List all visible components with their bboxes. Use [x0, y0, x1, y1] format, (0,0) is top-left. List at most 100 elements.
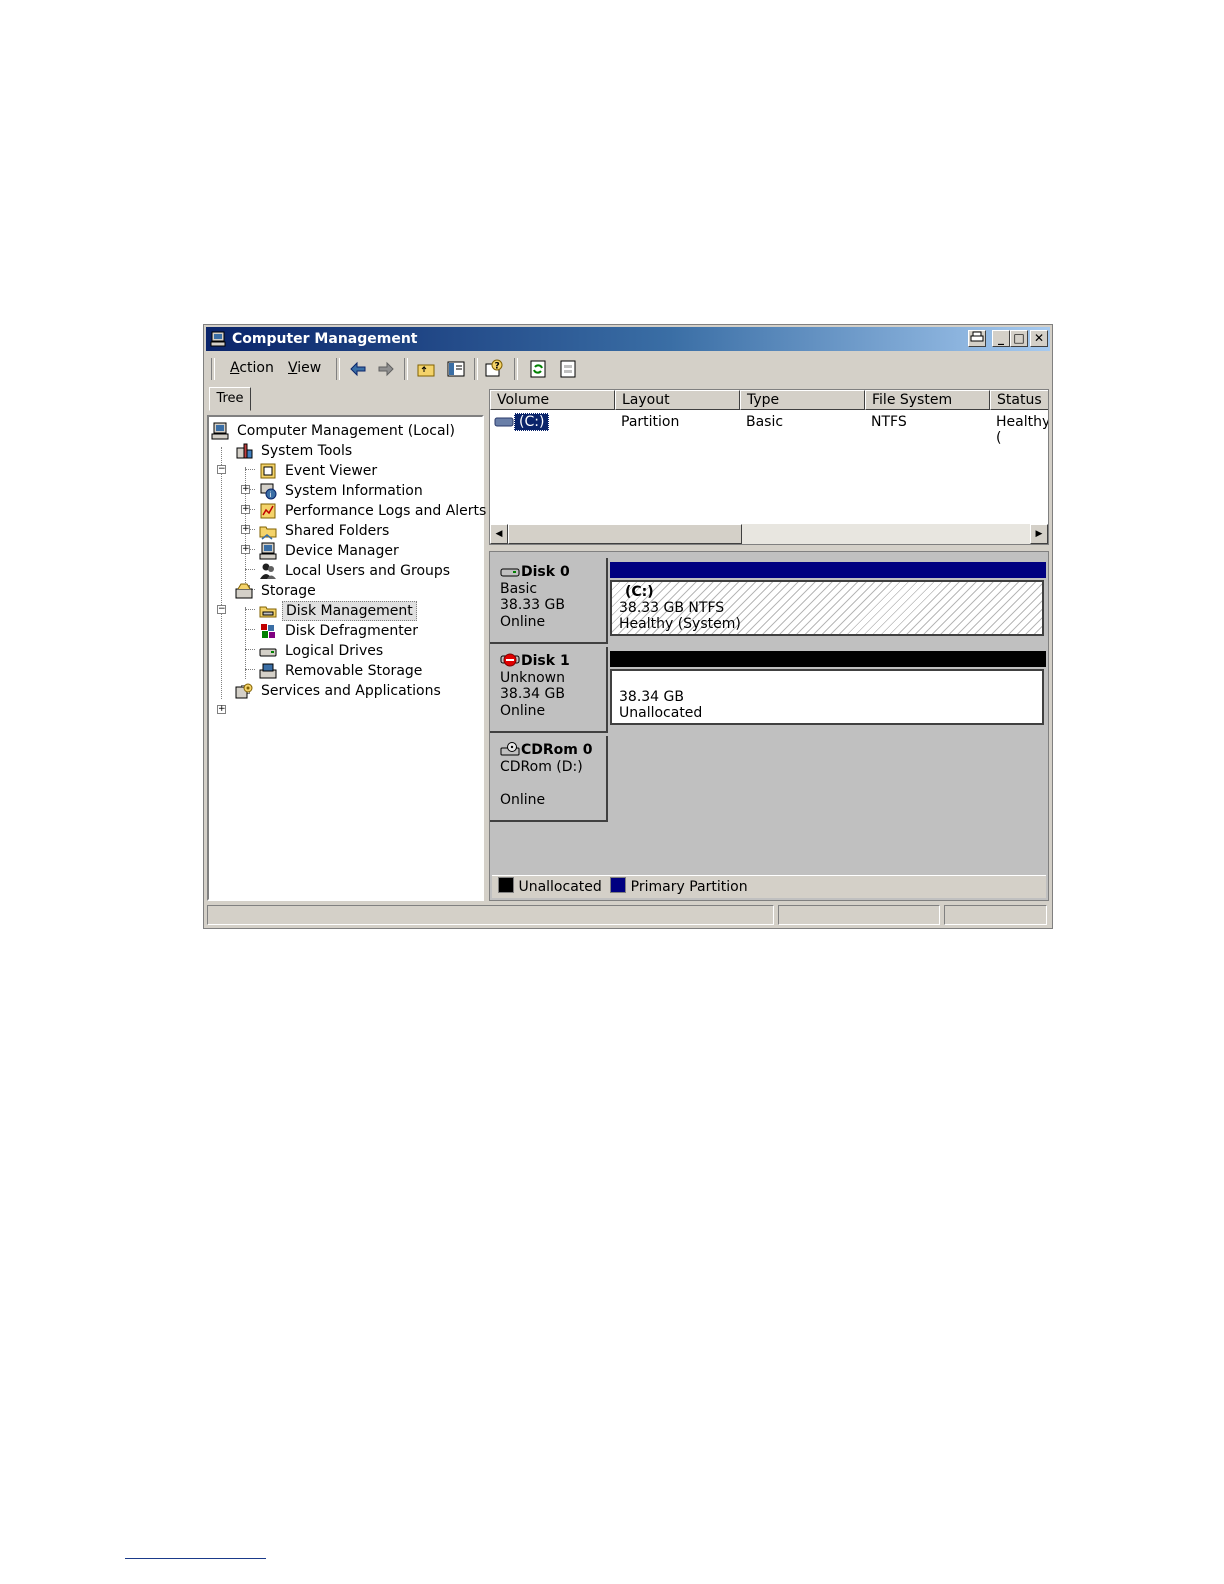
- volume-drive-icon: [494, 417, 514, 427]
- tree-node-label: Shared Folders: [285, 523, 390, 539]
- storage-icon: [235, 583, 253, 599]
- action-menu[interactable]: Action: [230, 360, 274, 376]
- view-menu[interactable]: View: [288, 360, 321, 376]
- disk-name: Disk 1: [500, 653, 606, 670]
- disk-status: Online: [500, 702, 546, 719]
- minimize-button[interactable]: _: [992, 330, 1010, 347]
- disk-row[interactable]: Disk 1 Unknown 38.34 GB Online 38.34 GB …: [490, 647, 1048, 733]
- legend: Unallocated Primary Partition: [492, 875, 1046, 898]
- toolbar-separator: [514, 358, 518, 380]
- unallocated-space[interactable]: 38.34 GB Unallocated: [610, 669, 1044, 725]
- volume-cell: (C:): [514, 413, 550, 431]
- tree-connector: [245, 649, 255, 650]
- primary-partition-bar: [610, 562, 1046, 578]
- horizontal-scrollbar[interactable]: ◀ ▶: [490, 524, 1048, 544]
- tree-connector: [245, 629, 255, 630]
- action-menu-accesskey: A: [230, 360, 240, 376]
- tree-node-label: System Information: [285, 483, 423, 499]
- scroll-thumb[interactable]: [508, 524, 742, 544]
- tree-node-label: Removable Storage: [285, 663, 423, 679]
- column-header-type[interactable]: Type: [740, 390, 865, 410]
- tree-tab[interactable]: Tree: [209, 387, 251, 411]
- tree-node-label: Event Viewer: [285, 463, 378, 479]
- tree-connector: [245, 569, 255, 570]
- scroll-right-button[interactable]: ▶: [1030, 524, 1048, 544]
- column-header-file-system[interactable]: File System: [865, 390, 990, 410]
- tree-node-label: Storage: [261, 583, 316, 599]
- expand-toggle[interactable]: +: [241, 545, 250, 554]
- services-applications-icon: [235, 683, 253, 699]
- tree-connector: [221, 447, 222, 699]
- disk-size: 38.34 GB: [500, 686, 565, 702]
- partition-detail: 38.34 GB: [619, 689, 684, 705]
- toolbar-grip[interactable]: [211, 358, 215, 380]
- status-panel: [207, 905, 774, 925]
- removable-storage-icon: [259, 663, 277, 679]
- tree-node-label: Local Users and Groups: [285, 563, 451, 579]
- column-header-volume[interactable]: Volume: [490, 390, 615, 410]
- tree-node-label: Services and Applications: [261, 683, 441, 699]
- help-icon[interactable]: ?: [484, 359, 504, 379]
- properties-icon[interactable]: [558, 359, 578, 379]
- disk-icon: [500, 568, 520, 577]
- tree-node-label: Computer Management (Local): [237, 423, 455, 439]
- system-tools-icon: [236, 443, 253, 459]
- forward-arrow-icon[interactable]: [376, 359, 396, 379]
- device-manager-icon: [259, 542, 277, 560]
- disk-name-text: Disk 0: [521, 564, 570, 580]
- toolbar-separator: [474, 358, 478, 380]
- computer-management-window: Computer Management _ □ ✕ Action View ? …: [203, 324, 1053, 929]
- collapse-toggle[interactable]: −: [217, 465, 226, 474]
- close-button[interactable]: ✕: [1030, 330, 1048, 347]
- disk-name: Disk 0: [500, 564, 606, 581]
- scroll-left-button[interactable]: ◀: [490, 524, 508, 544]
- left-arrow-icon: ◀: [495, 529, 503, 539]
- partition-state: Healthy (System): [619, 616, 741, 632]
- disk-size: 38.33 GB: [500, 597, 565, 613]
- disk-size: [500, 775, 606, 792]
- partition-label: (C:): [625, 584, 654, 600]
- tree-connector: [245, 469, 255, 470]
- minimize-icon: _: [998, 331, 1004, 345]
- disk-label[interactable]: Disk 1 Unknown 38.34 GB Online: [490, 647, 608, 733]
- disk-label[interactable]: Disk 0 Basic 38.33 GB Online: [490, 558, 608, 644]
- legend-label-primary: Primary Partition: [630, 879, 748, 895]
- status-cell: Healthy (: [996, 414, 1049, 446]
- column-header-status[interactable]: Status: [990, 390, 1048, 410]
- partition-label: [619, 673, 1042, 689]
- disk-name: CDRom 0: [500, 742, 606, 759]
- tree-connector: [245, 609, 255, 610]
- cdrom-icon: [500, 742, 520, 756]
- refresh-icon[interactable]: [528, 359, 548, 379]
- collapse-toggle[interactable]: −: [217, 605, 226, 614]
- partition-state: Unallocated: [619, 705, 703, 721]
- tree-node-label: Disk Defragmenter: [285, 623, 419, 639]
- disk-error-icon: [500, 653, 520, 667]
- partition-c[interactable]: (C:) 38.33 GB NTFS Healthy (System): [610, 580, 1044, 636]
- status-panel: [944, 905, 1047, 925]
- disk-row[interactable]: CDRom 0 CDRom (D:) Online: [490, 736, 1048, 822]
- expand-toggle[interactable]: +: [241, 525, 250, 534]
- expand-toggle[interactable]: +: [241, 485, 250, 494]
- expand-toggle[interactable]: +: [217, 705, 226, 714]
- disk-management-icon: [259, 606, 277, 618]
- print-button[interactable]: [968, 330, 986, 347]
- close-icon: ✕: [1033, 331, 1045, 345]
- expand-toggle[interactable]: +: [241, 505, 250, 514]
- volume-list: Volume Layout Type File System Status (C…: [489, 389, 1049, 545]
- disk-label[interactable]: CDRom 0 CDRom (D:) Online: [490, 736, 608, 822]
- disk-name-text: Disk 1: [521, 653, 570, 669]
- back-arrow-icon[interactable]: [348, 359, 368, 379]
- legend-label-unallocated: Unallocated: [518, 879, 602, 895]
- printer-icon: [970, 331, 984, 342]
- up-one-level-icon[interactable]: [416, 359, 436, 379]
- tree-node-label: System Tools: [261, 443, 353, 459]
- disk-defragmenter-icon: [261, 624, 275, 638]
- svg-text:i: i: [270, 491, 272, 499]
- disk-row[interactable]: Disk 0 Basic 38.33 GB Online (C:) 38.33 …: [490, 558, 1048, 644]
- disk-status: Online: [500, 613, 546, 630]
- title-bar[interactable]: Computer Management _ □ ✕: [206, 327, 1050, 351]
- show-hide-tree-icon[interactable]: [446, 359, 466, 379]
- column-header-layout[interactable]: Layout: [615, 390, 740, 410]
- maximize-button[interactable]: □: [1010, 330, 1028, 347]
